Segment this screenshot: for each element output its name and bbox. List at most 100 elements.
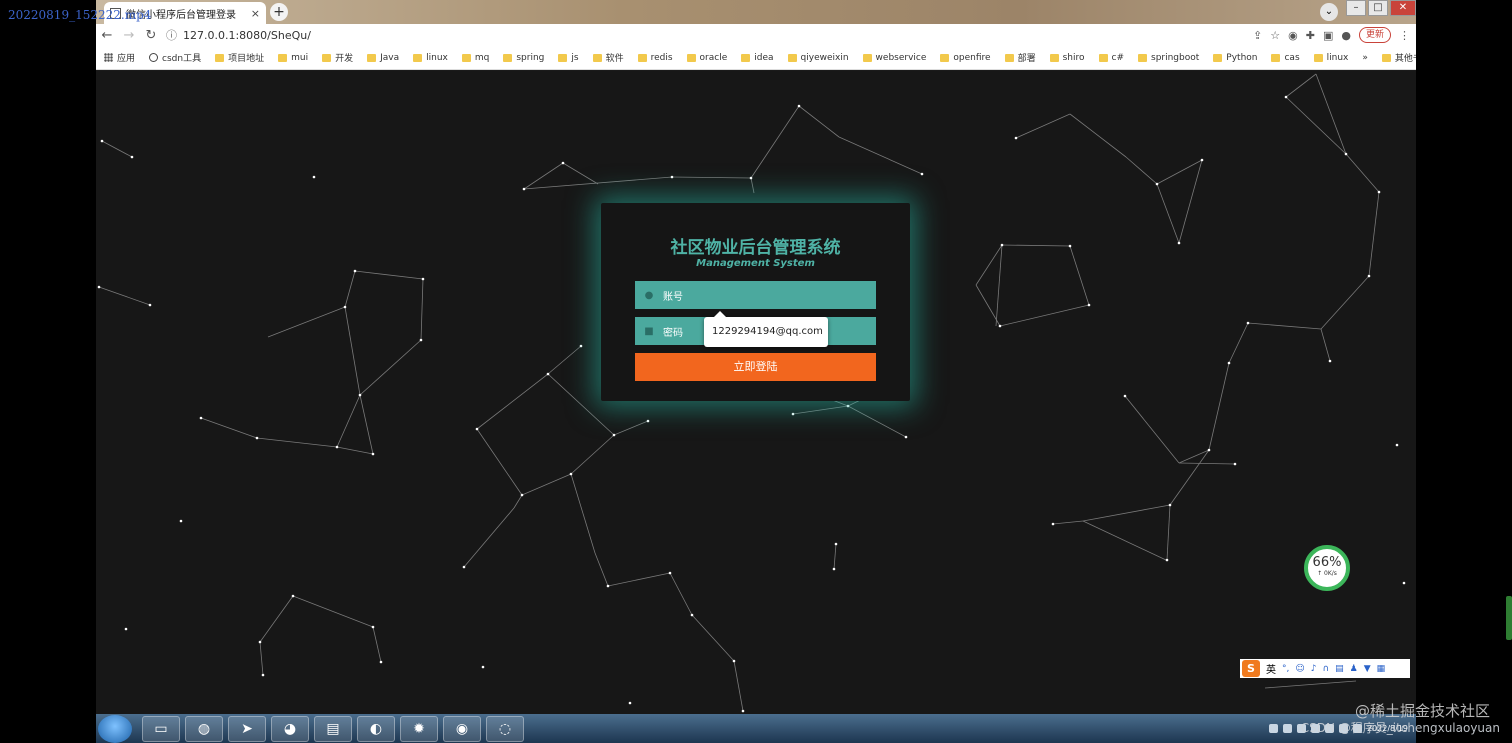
keyboard-icon[interactable]: ▤ <box>1335 664 1344 674</box>
tab-search-chevron-icon[interactable]: ⌄ <box>1320 3 1338 21</box>
bookmark-item[interactable]: mui <box>278 53 308 63</box>
ime-toolbar: S 英 °, ☺ ♪ ∩ ▤ ♟ ▼ ▦ <box>1240 659 1410 678</box>
bookmark-item[interactable]: c# <box>1098 53 1124 63</box>
folder-icon <box>278 53 288 62</box>
toolbar-actions: ⇪ ☆ ◉ ✚ ▣ ● 更新 ⋮ <box>1253 27 1410 43</box>
bookmark-item[interactable]: js <box>558 53 579 63</box>
bookmark-item[interactable]: idea <box>741 53 774 63</box>
edge-indicator <box>1506 596 1512 640</box>
start-button[interactable] <box>98 714 132 743</box>
file-explorer-icon[interactable]: ▭ <box>142 715 180 742</box>
back-arrow-icon[interactable]: ← <box>96 28 118 43</box>
feishu-icon[interactable]: ➤ <box>228 715 266 742</box>
bookmark-item[interactable]: linux <box>1313 53 1348 63</box>
ime-mode[interactable]: 英 <box>1266 661 1276 676</box>
tab-close-icon[interactable]: × <box>251 7 260 20</box>
juejin-watermark: @稀土掘金技术社区 <box>1354 702 1490 720</box>
close-window-button[interactable]: ✕ <box>1390 0 1416 16</box>
bookmark-item[interactable]: qiyeweixin <box>787 53 849 63</box>
chat-bubble-icon[interactable]: ◌ <box>486 715 524 742</box>
folder-icon <box>1004 53 1014 62</box>
chrome-icon[interactable]: ◍ <box>185 715 223 742</box>
bookmarks-bar: 应用 csdn工具 项目地址 mui 开发 Java linux mq spri… <box>96 46 1416 70</box>
login-panel: 社区物业后台管理系统 Management System ● 账号 ■ 密码 立… <box>601 203 910 401</box>
duck-app-icon[interactable]: ◐ <box>357 715 395 742</box>
profile-avatar-icon[interactable]: ● <box>1341 29 1351 42</box>
folder-icon <box>1313 53 1323 62</box>
folder-icon <box>1271 53 1281 62</box>
toolbox-grid-icon[interactable]: ▦ <box>1377 664 1386 674</box>
side-panel-icon[interactable]: ▣ <box>1323 29 1333 42</box>
folder-icon <box>413 53 423 62</box>
bookmark-apps[interactable]: 应用 <box>104 51 135 64</box>
puzzle-extensions-icon[interactable]: ✚ <box>1306 29 1315 42</box>
emoji-icon[interactable]: ☺ <box>1295 664 1304 674</box>
site-info-icon[interactable]: ⓘ <box>166 27 177 43</box>
bookmark-item[interactable]: webservice <box>862 53 926 63</box>
share-icon[interactable]: ⇪ <box>1253 29 1262 42</box>
login-button[interactable]: 立即登陆 <box>635 353 876 381</box>
extension-icon[interactable]: ◉ <box>1288 29 1298 42</box>
username-placeholder: 账号 <box>663 291 683 303</box>
address-bar[interactable]: ⓘ 127.0.0.1:8080/SheQu/ <box>166 27 1253 43</box>
bookmark-item[interactable]: cas <box>1271 53 1300 63</box>
minimize-button[interactable]: – <box>1346 0 1366 16</box>
notepad-icon[interactable]: ▤ <box>314 715 352 742</box>
bookmark-item[interactable]: redis <box>637 53 673 63</box>
bookmark-star-icon[interactable]: ☆ <box>1270 29 1280 42</box>
address-text: 127.0.0.1:8080/SheQu/ <box>183 28 311 42</box>
punctuation-icon[interactable]: °, <box>1282 664 1289 674</box>
network-speed-widget[interactable]: 66% ↑ 0K/s <box>1304 545 1350 591</box>
bookmark-item[interactable]: 部署 <box>1004 51 1036 64</box>
bookmark-item[interactable]: 软件 <box>592 51 624 64</box>
bookmark-item[interactable]: mq <box>461 53 489 63</box>
user-icon[interactable]: ♟ <box>1350 664 1358 674</box>
netease-music-icon[interactable]: ◉ <box>443 715 481 742</box>
folder-icon <box>1049 53 1059 62</box>
bookmark-item[interactable]: shiro <box>1049 53 1085 63</box>
folder-icon <box>637 53 647 62</box>
maximize-button[interactable]: □ <box>1368 0 1388 16</box>
tray-sogou-icon[interactable] <box>1268 724 1278 733</box>
bookmark-item[interactable]: springboot <box>1138 53 1199 63</box>
folder-icon <box>461 53 471 62</box>
bookmark-item[interactable]: Java <box>367 53 399 63</box>
wechat-icon[interactable]: ◕ <box>271 715 309 742</box>
bookmark-item[interactable]: spring <box>503 53 544 63</box>
bookmark-item[interactable]: Python <box>1213 53 1257 63</box>
bookmark-item[interactable]: oracle <box>686 53 727 63</box>
settings-gear-icon[interactable]: ✹ <box>400 715 438 742</box>
folder-icon <box>862 53 872 62</box>
password-placeholder: 密码 <box>663 327 683 339</box>
menu-kebab-icon[interactable]: ⋮ <box>1399 29 1410 42</box>
bookmark-item[interactable]: 开发 <box>322 51 353 64</box>
sogou-logo-icon[interactable]: S <box>1242 660 1260 677</box>
browser-window: 微信小程序后台管理登录 × + ⌄ – □ ✕ ← → ↻ ⓘ 127.0.0.… <box>96 0 1416 714</box>
window-controls: – □ ✕ <box>1344 0 1416 16</box>
browser-toolbar: ← → ↻ ⓘ 127.0.0.1:8080/SheQu/ ⇪ ☆ ◉ ✚ ▣ … <box>96 24 1416 46</box>
bookmark-item[interactable]: 项目地址 <box>215 51 264 64</box>
folder-icon <box>592 53 602 62</box>
folder-icon <box>367 53 377 62</box>
folder-icon <box>1138 53 1147 62</box>
csdn-watermark: CSDN @程序员_itchengxulaoyuan <box>1300 721 1500 735</box>
other-bookmarks[interactable]: 其他书签 <box>1381 51 1416 64</box>
autofill-suggestion[interactable]: 1229294194@qq.com <box>704 311 828 347</box>
bookmark-item[interactable]: openfire <box>940 53 991 63</box>
microphone-icon[interactable]: ♪ <box>1311 664 1317 674</box>
reload-icon[interactable]: ↻ <box>140 28 162 43</box>
login-title: 社区物业后台管理系统 <box>670 238 841 258</box>
forward-arrow-icon[interactable]: → <box>118 28 140 43</box>
tab-bar: 微信小程序后台管理登录 × + ⌄ – □ ✕ <box>96 0 1416 24</box>
update-button[interactable]: 更新 <box>1358 27 1391 43</box>
bookmark-item[interactable]: csdn工具 <box>149 51 201 64</box>
username-field[interactable]: ● 账号 <box>635 281 876 309</box>
skin-icon[interactable]: ▼ <box>1364 664 1371 674</box>
new-tab-button[interactable]: + <box>270 3 288 21</box>
headset-icon[interactable]: ∩ <box>1323 664 1330 674</box>
folder-icon <box>215 53 225 62</box>
tray-help-icon[interactable] <box>1282 724 1292 733</box>
bookmark-item[interactable]: linux <box>413 53 448 63</box>
bookmarks-more-chevron-icon[interactable]: » <box>1362 53 1368 63</box>
speed-rate: ↑ 0K/s <box>1317 570 1337 577</box>
